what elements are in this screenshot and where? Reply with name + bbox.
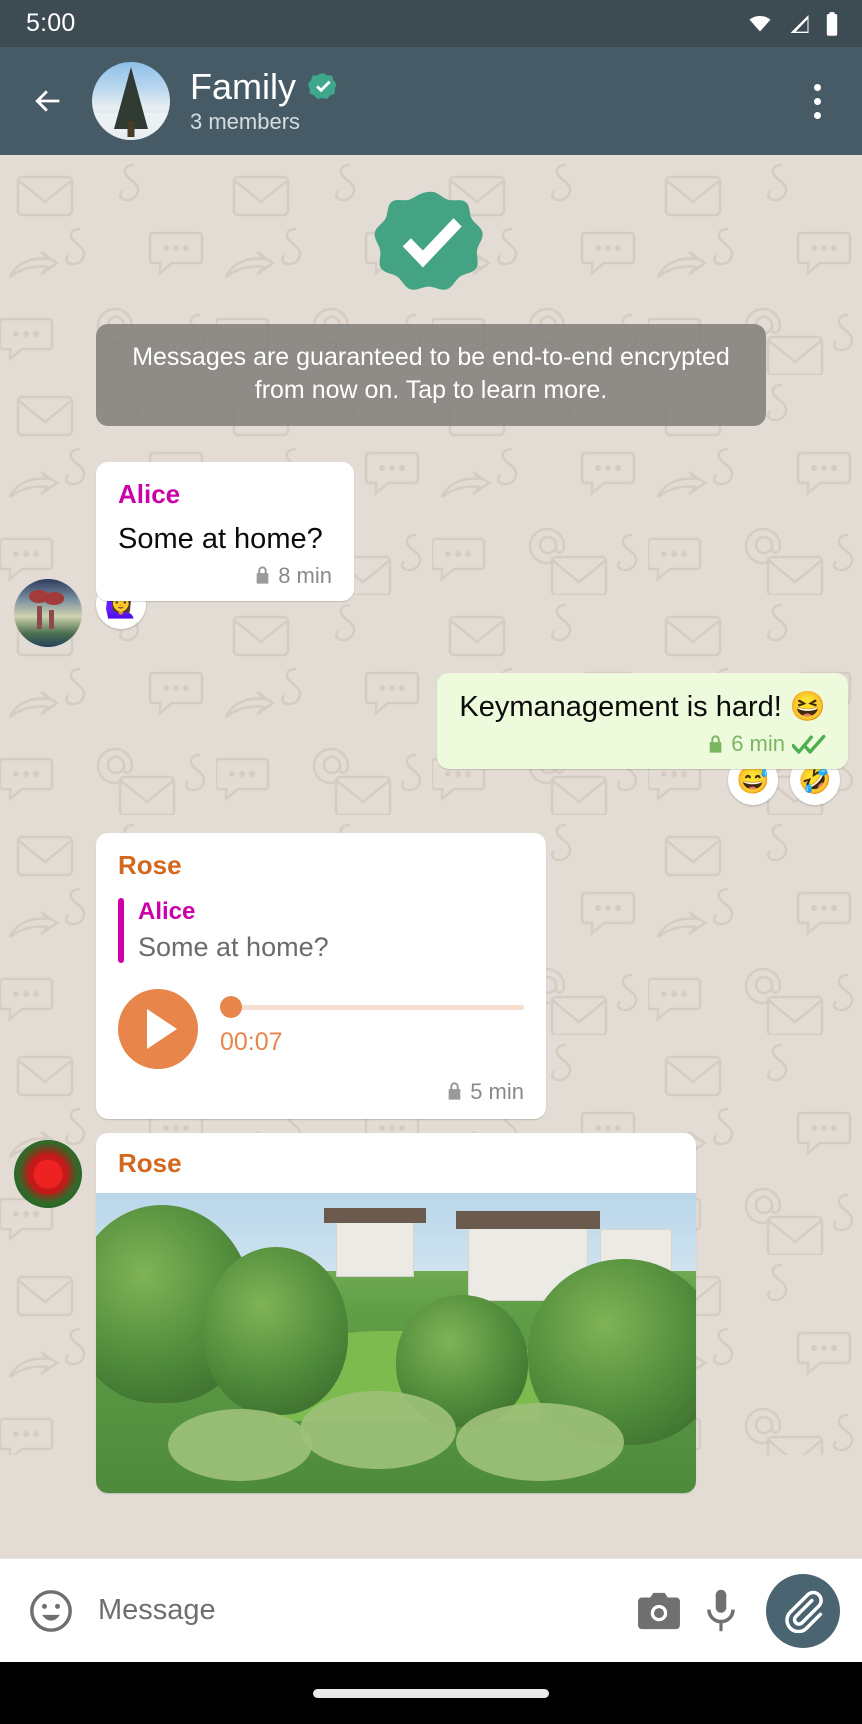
message-timestamp: 5 min — [470, 1078, 524, 1104]
audio-player[interactable]: 00:07 — [118, 988, 524, 1069]
search-input[interactable]: Message — [98, 1594, 628, 1627]
double-check-icon — [792, 734, 826, 754]
app-bar: Family 3 members — [0, 47, 862, 155]
message-input-bar[interactable]: Message — [0, 1558, 862, 1662]
message-timestamp: 8 min — [278, 562, 332, 588]
encryption-notice[interactable]: Messages are guaranteed to be end-to-end… — [0, 155, 862, 426]
verified-badge-icon — [308, 73, 337, 99]
lock-icon — [709, 734, 722, 753]
avatar[interactable] — [14, 578, 82, 647]
message-bubble[interactable]: Keymanagement is hard! 😆 6 min — [437, 672, 848, 770]
quote-text: Some at home? — [138, 931, 329, 962]
photo-attachment[interactable] — [96, 1193, 696, 1494]
play-button[interactable] — [118, 988, 198, 1069]
chat-title-block[interactable]: Family 3 members — [190, 67, 790, 135]
microphone-button[interactable] — [690, 1580, 752, 1642]
page-title: Family — [190, 66, 296, 108]
microphone-icon — [707, 1589, 735, 1631]
message-bubble[interactable]: Rose — [96, 1132, 696, 1494]
avatar[interactable] — [14, 1140, 82, 1208]
message-meta: 6 min — [459, 731, 826, 757]
wifi-icon — [749, 15, 771, 31]
message-row-rose-photo[interactable]: Rose — [0, 1132, 862, 1494]
quote-accent-bar — [118, 897, 124, 963]
messages-container: Messages are guaranteed to be end-to-end… — [0, 155, 862, 1558]
more-vertical-icon[interactable] — [790, 71, 844, 131]
quote-sender-name: Alice — [138, 897, 196, 925]
battery-icon — [826, 11, 838, 36]
emoji-button[interactable] — [26, 1586, 76, 1636]
sender-name: Rose — [118, 850, 182, 881]
status-time: 5:00 — [26, 9, 76, 37]
avatar-wrapper — [14, 1140, 92, 1208]
message-meta: 8 min — [118, 563, 332, 589]
audio-position-time: 00:07 — [220, 1028, 283, 1057]
message-row-rose-voice[interactable]: Rose Alice Some at home? 00:07 5 min — [0, 833, 862, 1119]
attach-button[interactable] — [766, 1573, 840, 1648]
audio-seek-slider[interactable] — [220, 996, 524, 1019]
home-gesture-pill[interactable] — [313, 1688, 549, 1698]
verified-shield-check-icon — [374, 191, 483, 290]
chat-title-row: Family — [190, 67, 790, 107]
sender-name: Alice — [118, 479, 181, 509]
play-icon — [147, 1008, 177, 1049]
lock-icon — [448, 1082, 461, 1100]
seek-thumb[interactable] — [220, 996, 242, 1019]
back-arrow-icon — [35, 90, 60, 112]
message-bubble[interactable]: Rose Alice Some at home? 00:07 5 min — [96, 833, 546, 1119]
message-text: Some at home? — [118, 522, 323, 555]
emoji-smiley-icon — [30, 1589, 72, 1632]
cellular-signal-icon — [790, 14, 809, 33]
lock-icon — [256, 566, 269, 585]
status-bar: 5:00 — [0, 0, 862, 47]
message-list[interactable]: Messages are guaranteed to be end-to-end… — [0, 155, 862, 1558]
phone-screen: 5:00 Family 3 members Messages are guara… — [0, 0, 862, 1724]
status-icons — [745, 11, 840, 37]
seek-track — [220, 1004, 524, 1010]
message-meta: 5 min — [118, 1079, 524, 1105]
sender-name: Rose — [118, 1147, 182, 1178]
message-text: Keymanagement is hard! 😆 — [459, 690, 826, 723]
camera-icon — [638, 1592, 680, 1629]
avatar[interactable] — [92, 62, 170, 140]
android-navigation-bar — [0, 1662, 862, 1724]
quoted-message[interactable]: Alice Some at home? — [118, 897, 524, 963]
encryption-notice-text: Messages are guaranteed to be end-to-end… — [96, 324, 766, 426]
message-timestamp: 6 min — [731, 731, 785, 757]
member-count: 3 members — [190, 108, 301, 134]
back-button[interactable] — [22, 75, 74, 127]
message-bubble[interactable]: Alice Some at home? 8 min — [96, 462, 354, 601]
camera-button[interactable] — [628, 1580, 690, 1642]
paperclip-icon — [785, 1590, 823, 1633]
